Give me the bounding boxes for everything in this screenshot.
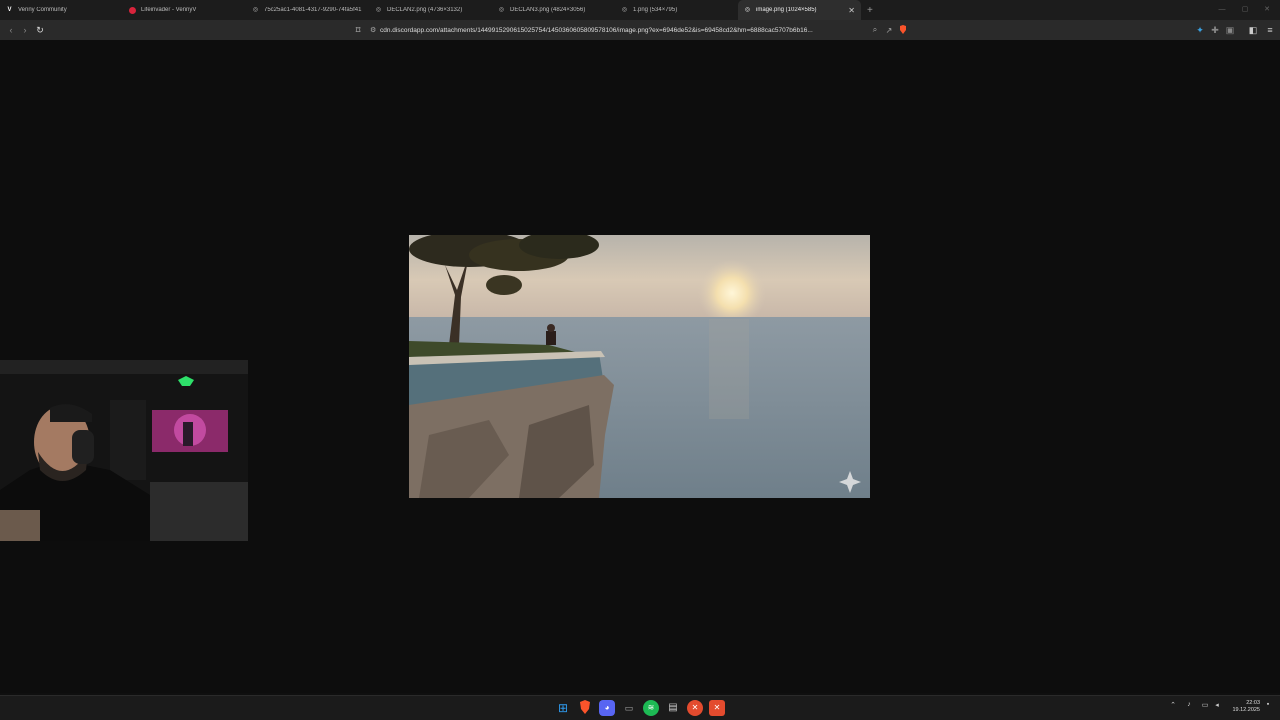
brave-shields-icon[interactable]: [896, 24, 910, 36]
globe-icon: ◎: [252, 6, 259, 13]
lifeinvader-icon: [129, 6, 136, 14]
tab-title: Lifeinvader - VennyV: [141, 7, 197, 13]
menu-icon[interactable]: ≡: [1262, 20, 1278, 40]
forward-icon[interactable]: ›: [17, 20, 33, 40]
zoom-icon[interactable]: ⌕: [868, 25, 882, 35]
new-tab-button[interactable]: +: [867, 5, 873, 16]
app-red-x-icon[interactable]: ✕: [687, 700, 703, 716]
brave-browser-icon[interactable]: [577, 700, 593, 716]
windows-taskbar: ⊞ ◕ ▭ ≋ ▤ ✕ ✕ ⌃ ♪ ▭ ◂ 22:03 19.12.2025 ▪: [0, 695, 1280, 720]
tray-overflow-icon[interactable]: ⌃: [1167, 701, 1179, 709]
globe-icon: ◎: [621, 6, 628, 13]
volume-icon[interactable]: ◂: [1211, 701, 1223, 709]
minimize-icon[interactable]: —: [1211, 0, 1233, 20]
close-window-icon[interactable]: ✕: [1256, 0, 1278, 20]
notifications-icon[interactable]: ▪: [1262, 701, 1274, 708]
tab-title: 75c25ac1-4081-4317-9290-74fa5f41: [264, 7, 362, 13]
windows-start-icon[interactable]: ⊞: [555, 700, 571, 716]
wallet-icon[interactable]: ▣: [1222, 20, 1238, 40]
browser-toolbar: ‹ › ↻ ⌑ ⚙ cdn.discordapp.com/attachments…: [0, 20, 1280, 40]
tab-strip: V Venny Community Lifeinvader - VennyV ◎…: [0, 0, 1280, 20]
tab-1-png[interactable]: ◎ 1.png (534×795): [615, 0, 738, 20]
discord-icon[interactable]: ◕: [599, 700, 615, 716]
displayed-image[interactable]: [409, 235, 870, 498]
system-clock[interactable]: 22:03 19.12.2025: [1232, 700, 1260, 714]
globe-icon: ◎: [375, 6, 382, 13]
streamer-webcam-feed: [0, 360, 248, 541]
tab-title: Venny Community: [18, 7, 67, 13]
globe-icon: ◎: [744, 6, 751, 13]
site-info-icon[interactable]: ⚙: [370, 26, 380, 34]
venny-icon: V: [7, 6, 12, 13]
maximize-icon[interactable]: ▢: [1234, 0, 1256, 20]
spotify-icon[interactable]: ≋: [643, 700, 659, 716]
clock-date: 19.12.2025: [1232, 707, 1260, 713]
tab-title: image.png (1024×585): [756, 7, 817, 13]
bookmark-icon[interactable]: ⌑: [350, 20, 366, 40]
tab-title: 1.png (534×795): [633, 7, 678, 13]
tab-title: DECLAN2.png (4736×3132): [387, 7, 463, 13]
app-window-icon[interactable]: ▤: [665, 700, 681, 716]
extension-icon[interactable]: ✦: [1192, 20, 1208, 40]
url-text[interactable]: cdn.discordapp.com/attachments/144991529…: [380, 27, 868, 34]
globe-icon: ◎: [498, 6, 505, 13]
address-bar[interactable]: ⚙ cdn.discordapp.com/attachments/1449915…: [370, 23, 910, 37]
close-tab-icon[interactable]: ✕: [848, 6, 855, 15]
reload-icon[interactable]: ↻: [32, 20, 48, 40]
tab-venny-community[interactable]: V Venny Community: [0, 0, 123, 20]
tab-title: DECLAN3.png (4824×3056): [510, 7, 586, 13]
share-icon[interactable]: ↗: [882, 26, 896, 35]
extensions-puzzle-icon[interactable]: ✚: [1207, 20, 1223, 40]
sidebar-toggle-icon[interactable]: ◧: [1245, 20, 1261, 40]
clock-time: 22:03: [1246, 700, 1260, 706]
microphone-icon[interactable]: ♪: [1183, 701, 1195, 708]
webcam-overlay: [0, 360, 248, 541]
page-viewport: [0, 40, 1280, 693]
tab-declan3[interactable]: ◎ DECLAN3.png (4824×3056): [492, 0, 615, 20]
tab-uuid-image[interactable]: ◎ 75c25ac1-4081-4317-9290-74fa5f41: [246, 0, 369, 20]
app-close-active-icon[interactable]: ✕: [709, 700, 725, 716]
cliff-pool-sunset-image: [409, 235, 870, 498]
tab-image-png[interactable]: ◎ image.png (1024×585) ✕: [738, 0, 861, 20]
terminal-icon[interactable]: ▭: [621, 700, 637, 716]
tab-lifeinvader[interactable]: Lifeinvader - VennyV: [123, 0, 246, 20]
network-icon[interactable]: ▭: [1199, 701, 1211, 709]
tab-declan2[interactable]: ◎ DECLAN2.png (4736×3132): [369, 0, 492, 20]
